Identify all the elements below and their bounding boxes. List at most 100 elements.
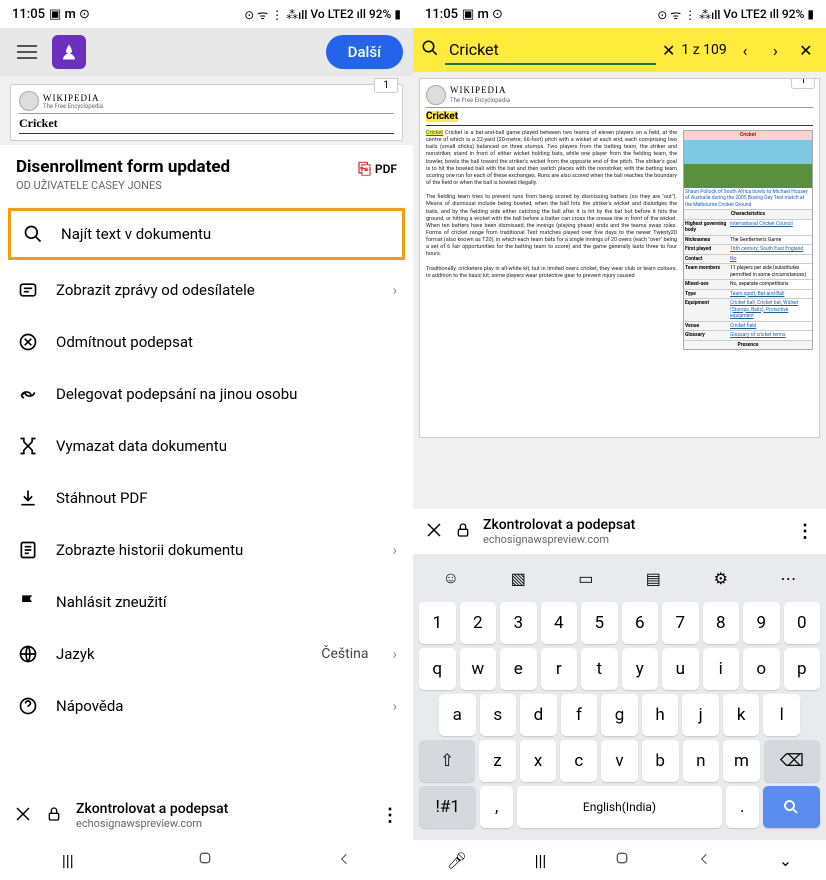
key-2[interactable]: 2 — [460, 602, 497, 644]
flag-icon — [16, 590, 40, 614]
key-8[interactable]: 8 — [703, 602, 740, 644]
recents-icon[interactable]: ||| — [62, 851, 74, 870]
menu-report[interactable]: Nahlásit zneužití — [0, 576, 413, 628]
emoji-icon[interactable]: ☺ — [437, 564, 465, 592]
more-icon[interactable]: ⋮ — [381, 805, 399, 826]
close-icon[interactable] — [425, 521, 443, 543]
status-bar: 11:05▣ m ⊙ ⊙ ᯤ ⋮ ⁂ıllVoLTE2ıll92%▮ — [413, 0, 826, 28]
sticker-icon[interactable]: ▧ — [504, 564, 532, 592]
home-icon[interactable] — [614, 850, 630, 870]
symbols-key[interactable]: !#1 — [419, 786, 476, 828]
back-icon[interactable] — [697, 851, 711, 870]
expand-icon[interactable]: ⋯ — [774, 564, 802, 592]
doc-heading: Cricket — [19, 114, 394, 134]
page-number: 1 — [791, 78, 815, 89]
help-icon — [16, 694, 40, 718]
key-h[interactable]: h — [642, 694, 679, 736]
key-a[interactable]: a — [439, 694, 476, 736]
key-m[interactable]: m — [723, 740, 760, 782]
menu-messages[interactable]: Zobrazit zprávy od odesílatele› — [0, 264, 413, 316]
clear-search-icon[interactable]: ✕ — [662, 41, 675, 60]
key-i[interactable]: i — [703, 648, 740, 690]
key-r[interactable]: r — [541, 648, 578, 690]
key-o[interactable]: o — [743, 648, 780, 690]
next-match-icon[interactable]: › — [763, 37, 787, 63]
period-key[interactable]: . — [726, 786, 759, 828]
search-key[interactable] — [763, 786, 820, 828]
shift-key[interactable]: ⇧ — [419, 740, 475, 782]
comma-key[interactable]: , — [480, 786, 513, 828]
gif-icon[interactable]: ▭ — [572, 564, 600, 592]
key-b[interactable]: b — [642, 740, 679, 782]
clear-icon — [16, 434, 40, 458]
key-c[interactable]: c — [560, 740, 597, 782]
key-y[interactable]: y — [622, 648, 659, 690]
key-d[interactable]: d — [520, 694, 557, 736]
status-bar: 11:05▣ m ⊙ ⊙ ᯤ ⋮ ⁂ıllVoLTE2ıll92%▮ — [0, 0, 413, 28]
menu-icon[interactable] — [10, 35, 44, 69]
key-n[interactable]: n — [683, 740, 720, 782]
key-x[interactable]: x — [520, 740, 557, 782]
back-icon[interactable] — [337, 851, 351, 870]
key-g[interactable]: g — [601, 694, 638, 736]
menu-delegate[interactable]: Delegovat podepsání na jinou osobu — [0, 368, 413, 420]
action-menu: Najít text v dokumentu Zobrazit zprávy o… — [0, 204, 413, 732]
wikipedia-globe-icon — [426, 85, 446, 105]
menu-language[interactable]: JazykČeština› — [0, 628, 413, 680]
key-4[interactable]: 4 — [541, 602, 578, 644]
pdf-icon: ⎘ — [358, 159, 371, 179]
mic-icon[interactable]: 🎤︎ — [447, 851, 467, 870]
key-1[interactable]: 1 — [419, 602, 456, 644]
close-icon[interactable] — [14, 805, 32, 827]
key-v[interactable]: v — [601, 740, 638, 782]
home-icon[interactable] — [197, 850, 213, 870]
battery-pct: 92% — [369, 7, 391, 21]
key-p[interactable]: p — [784, 648, 821, 690]
android-navbar: ||| — [0, 840, 413, 880]
space-key[interactable]: English(India) — [517, 786, 722, 828]
key-l[interactable]: l — [763, 694, 800, 736]
key-j[interactable]: j — [682, 694, 719, 736]
key-z[interactable]: z — [479, 740, 516, 782]
key-5[interactable]: 5 — [581, 602, 618, 644]
menu-find-text[interactable]: Najít text v dokumentu — [8, 208, 405, 260]
document-preview[interactable]: 1 WIKIPEDIAThe Free Encyclopedia Cricket — [0, 76, 413, 145]
key-e[interactable]: e — [500, 648, 537, 690]
language-value: Čeština — [321, 646, 368, 662]
next-button[interactable]: Další — [326, 35, 403, 69]
key-f[interactable]: f — [561, 694, 598, 736]
clipboard-icon[interactable]: ▤ — [639, 564, 667, 592]
menu-clear-data[interactable]: Vymazat data dokumentu — [0, 420, 413, 472]
prev-match-icon[interactable]: ‹ — [733, 37, 757, 63]
key-3[interactable]: 3 — [500, 602, 537, 644]
key-6[interactable]: 6 — [622, 602, 659, 644]
message-icon — [16, 278, 40, 302]
more-icon[interactable]: ⋮ — [796, 521, 814, 542]
key-t[interactable]: t — [581, 648, 618, 690]
close-search-icon[interactable]: ✕ — [794, 37, 818, 63]
keyboard-row-zxcv: ⇧ zxcvbnm ⌫ — [419, 740, 820, 782]
acrobat-icon[interactable] — [52, 35, 86, 69]
document-viewer[interactable]: 1 WIKIPEDIAThe Free Encyclopedia Cricket… — [413, 72, 826, 509]
recents-icon[interactable]: ||| — [535, 851, 547, 870]
status-time: 11:05 — [12, 7, 45, 22]
key-w[interactable]: w — [460, 648, 497, 690]
search-icon — [421, 39, 439, 61]
menu-help[interactable]: Nápověda› — [0, 680, 413, 732]
settings-icon[interactable]: ⚙ — [707, 564, 735, 592]
keyboard: ☺ ▧ ▭ ▤ ⚙ ⋯ 1234567890 qwertyuiop asdfgh… — [413, 554, 826, 840]
key-7[interactable]: 7 — [662, 602, 699, 644]
menu-history[interactable]: Zobrazte historii dokumentu› — [0, 524, 413, 576]
key-k[interactable]: k — [723, 694, 760, 736]
backspace-key[interactable]: ⌫ — [764, 740, 820, 782]
key-q[interactable]: q — [419, 648, 456, 690]
search-input[interactable] — [445, 36, 656, 65]
key-s[interactable]: s — [480, 694, 517, 736]
key-u[interactable]: u — [662, 648, 699, 690]
article-body: Cricket Cricket is a bat-and-ball game p… — [426, 130, 677, 350]
menu-download[interactable]: Stáhnout PDF — [0, 472, 413, 524]
key-0[interactable]: 0 — [784, 602, 821, 644]
key-9[interactable]: 9 — [743, 602, 780, 644]
keyboard-switch-icon[interactable]: ⌄ — [779, 851, 792, 870]
menu-decline[interactable]: Odmítnout podepsat — [0, 316, 413, 368]
